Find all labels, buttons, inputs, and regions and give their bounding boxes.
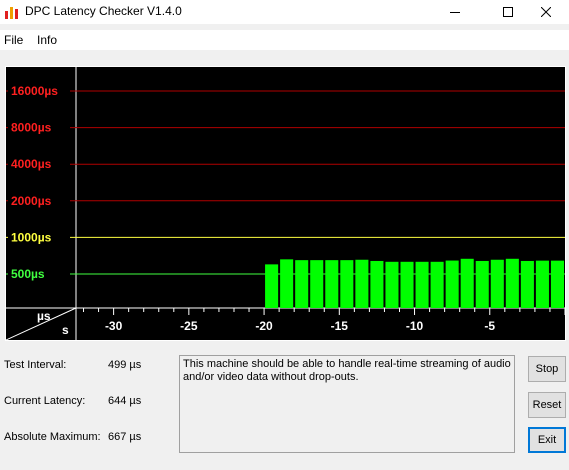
y-tick-label-500: 500µs — [11, 267, 45, 281]
latency-bar — [385, 261, 399, 308]
minimize-icon — [450, 12, 460, 13]
menu-file[interactable]: File — [4, 33, 23, 47]
latency-bar — [325, 260, 339, 308]
latency-bar — [370, 260, 384, 308]
latency-bar — [550, 260, 564, 308]
x-ticks: -30 -25 -20 -15 -10 -5 — [83, 308, 565, 333]
x-tick-label--5: -5 — [484, 319, 495, 333]
latency-bar — [445, 260, 459, 308]
latency-bar — [430, 261, 444, 308]
y-tick-label-8000: 8000µs — [11, 121, 52, 135]
status-message: This machine should be able to handle re… — [179, 355, 515, 453]
y-tick-label-16000: 16000µs — [11, 84, 58, 98]
latency-bar — [280, 259, 294, 308]
app-icon — [5, 7, 18, 19]
y-axis-unit-label: µs — [37, 309, 51, 323]
latency-bar — [490, 259, 504, 308]
current-latency-label: Current Latency: — [4, 395, 86, 407]
minimize-button[interactable] — [432, 0, 478, 24]
y-tick-label-2000: 2000µs — [11, 194, 52, 208]
current-latency-value: 644 µs — [108, 395, 142, 407]
x-tick-label--25: -25 — [180, 319, 198, 333]
menu-info[interactable]: Info — [37, 33, 57, 47]
title-bar: DPC Latency Checker V1.4.0 — [0, 0, 569, 24]
y-tick-labels: 16000µs 8000µs 4000µs 2000µs 1000µs 500µs — [8, 83, 70, 282]
window-title: DPC Latency Checker V1.4.0 — [25, 4, 182, 18]
close-icon — [541, 7, 551, 17]
maximize-icon — [503, 7, 513, 17]
latency-bar — [340, 260, 354, 308]
absolute-maximum-label: Absolute Maximum: — [4, 431, 101, 443]
latency-bar — [355, 259, 369, 308]
x-tick-label--15: -15 — [331, 319, 349, 333]
latency-chart: 16000µs 8000µs 4000µs 2000µs 1000µs 500µs -30… — [5, 66, 566, 341]
stop-button[interactable]: Stop — [528, 356, 566, 382]
latency-chart-svg: 16000µs 8000µs 4000µs 2000µs 1000µs 500µs -30… — [6, 67, 565, 340]
reset-button[interactable]: Reset — [528, 392, 566, 418]
latency-bar — [475, 260, 489, 308]
close-button[interactable] — [523, 0, 569, 24]
y-tick-label-4000: 4000µs — [11, 157, 52, 171]
x-axis-unit-label: s — [62, 323, 69, 337]
latency-bars — [265, 258, 564, 308]
latency-bar — [520, 260, 534, 308]
latency-bar — [415, 261, 429, 308]
test-interval-label: Test Interval: — [4, 359, 67, 371]
test-interval-value: 499 µs — [108, 359, 142, 371]
x-tick-label--30: -30 — [105, 319, 123, 333]
absolute-maximum-value: 667 µs — [108, 431, 142, 443]
latency-bar — [400, 261, 414, 308]
latency-bar — [460, 258, 474, 308]
gridlines — [6, 90, 565, 275]
latency-bar — [295, 260, 309, 308]
latency-bar — [310, 260, 324, 308]
y-tick-label-1000: 1000µs — [11, 230, 52, 244]
latency-bar — [265, 264, 279, 308]
latency-bar — [505, 258, 519, 308]
x-tick-label--10: -10 — [406, 319, 424, 333]
x-tick-label--20: -20 — [255, 319, 273, 333]
exit-button[interactable]: Exit — [528, 427, 566, 453]
menu-bar: File Info — [0, 30, 569, 50]
latency-bar — [535, 260, 549, 308]
